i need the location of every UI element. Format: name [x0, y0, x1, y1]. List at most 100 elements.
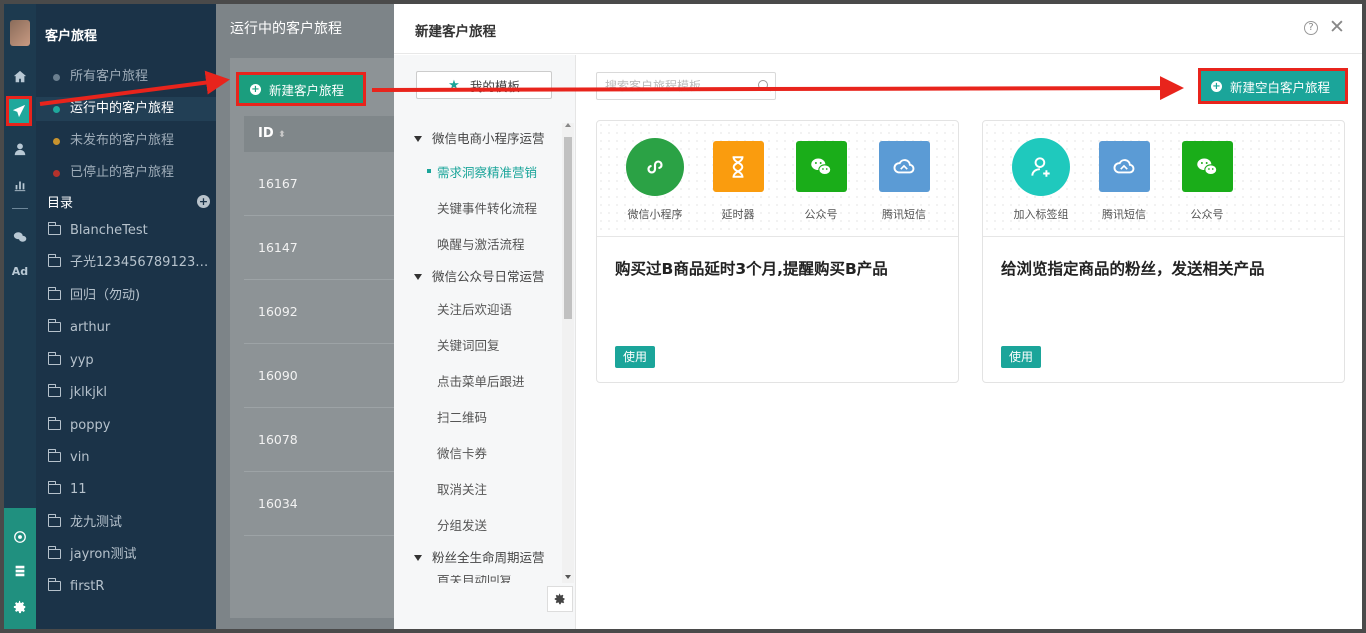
- folder-label: BlancheTest: [70, 223, 148, 238]
- flow-node: 微信小程序: [620, 138, 690, 222]
- folder-item[interactable]: BlancheTest: [48, 220, 214, 242]
- node-label: 公众号: [1190, 208, 1224, 221]
- new-journey-dialog: 新建客户旅程 ? ✕ ★ 我的模板 微信电商小程序运营 需求洞察精准营销 关键事…: [394, 4, 1362, 629]
- bar-chart-icon[interactable]: [4, 174, 36, 196]
- gear-icon[interactable]: [4, 596, 36, 618]
- folder-item[interactable]: 子光12345678912345678: [48, 252, 214, 274]
- flow-node: 延时器: [703, 141, 773, 222]
- flow-node: 腾讯短信: [1089, 141, 1159, 222]
- scroll-down-arrow[interactable]: [565, 575, 571, 579]
- template-item[interactable]: 关注后欢迎语: [437, 299, 512, 318]
- server-icon[interactable]: [4, 560, 36, 582]
- nav-item-stopped[interactable]: 已停止的客户旅程: [36, 161, 216, 185]
- search-input[interactable]: [605, 78, 753, 94]
- scroll-up-arrow[interactable]: [565, 123, 571, 127]
- target-icon[interactable]: [4, 526, 36, 548]
- folder-item[interactable]: vin: [48, 447, 214, 469]
- page-title: 运行中的客户旅程: [230, 21, 342, 37]
- user-icon[interactable]: [4, 138, 36, 160]
- folder-label: jklkjkl: [70, 385, 108, 400]
- table-row[interactable]: 16090: [244, 344, 396, 408]
- template-item[interactable]: 首关自动回复: [437, 575, 512, 583]
- send-icon[interactable]: [6, 96, 32, 126]
- folder-icon: [48, 319, 61, 332]
- cloud-sms-icon: [1098, 141, 1150, 192]
- template-item[interactable]: 扫二维码: [437, 407, 487, 426]
- template-group[interactable]: 微信电商小程序运营: [414, 128, 545, 147]
- folder-label: 11: [70, 482, 87, 497]
- table-row[interactable]: 16078: [244, 408, 396, 472]
- add-folder-icon[interactable]: +: [197, 195, 210, 208]
- icon-rail: Ad: [4, 4, 36, 629]
- use-template-button[interactable]: 使用: [615, 346, 655, 368]
- template-group[interactable]: 粉丝全生命周期运营: [414, 547, 545, 566]
- template-item[interactable]: 需求洞察精准营销: [426, 162, 537, 181]
- template-item[interactable]: 点击菜单后跟进: [437, 371, 525, 390]
- nav-item-label: 已停止的客户旅程: [70, 165, 175, 180]
- group-label: 微信公众号日常运营: [432, 269, 545, 284]
- folder-item[interactable]: jklkjkl: [48, 382, 214, 404]
- search-icon[interactable]: [758, 80, 768, 90]
- avatar[interactable]: [10, 20, 30, 46]
- folder-item[interactable]: yyp: [48, 350, 214, 372]
- nav-item-label: 运行中的客户旅程: [70, 101, 175, 116]
- wechat-icon[interactable]: [4, 226, 36, 248]
- node-label: 腾讯短信: [882, 208, 926, 221]
- template-item[interactable]: 唤醒与激活流程: [437, 234, 525, 253]
- folder-item[interactable]: 龙九测试: [48, 512, 214, 534]
- my-templates-button[interactable]: ★ 我的模板: [416, 71, 552, 99]
- home-icon[interactable]: [4, 66, 36, 88]
- template-card[interactable]: 微信小程序 延时器 公众号 腾讯短信 购买过B商品延时3个月,提醒购买B产品 使…: [596, 120, 959, 383]
- folder-label: vin: [70, 450, 90, 465]
- table-row[interactable]: 16167: [244, 152, 396, 216]
- folder-label: 回归（勿动): [70, 288, 141, 303]
- template-item[interactable]: 关键词回复: [437, 335, 500, 354]
- add-user-icon: [1012, 138, 1070, 196]
- template-card[interactable]: 加入标签组 腾讯短信 公众号 给浏览指定商品的粉丝，发送相关产品 使用: [982, 120, 1345, 383]
- template-item[interactable]: 取消关注: [437, 479, 487, 498]
- folder-icon: [48, 254, 61, 267]
- group-label: 粉丝全生命周期运营: [432, 550, 545, 565]
- nav-item-running[interactable]: 运行中的客户旅程: [36, 97, 216, 121]
- app-window: Ad 客户旅程 所有客户旅程 运行中的客户旅程 未发布的客户旅程 已停止的客户旅…: [4, 4, 1362, 629]
- sort-icon[interactable]: ⬍: [278, 130, 286, 140]
- folder-item[interactable]: poppy: [48, 415, 214, 437]
- column-label: ID: [258, 126, 274, 141]
- star-icon: ★: [448, 77, 460, 93]
- settings-gear-icon[interactable]: [547, 586, 573, 612]
- folder-item[interactable]: 回归（勿动): [48, 285, 214, 307]
- table-row[interactable]: 16034: [244, 472, 396, 536]
- template-group[interactable]: 微信公众号日常运营: [414, 266, 545, 285]
- new-blank-journey-button[interactable]: + 新建空白客户旅程: [1198, 68, 1348, 104]
- nav-item-unpublished[interactable]: 未发布的客户旅程: [36, 129, 216, 153]
- new-journey-button[interactable]: + 新建客户旅程: [236, 72, 366, 106]
- ad-icon[interactable]: Ad: [4, 260, 36, 282]
- rail-divider: [12, 208, 28, 209]
- folder-item[interactable]: firstR: [48, 576, 214, 598]
- folder-item[interactable]: jayron测试: [48, 544, 214, 566]
- close-icon[interactable]: ✕: [1329, 17, 1345, 37]
- template-category-list: ★ 我的模板 微信电商小程序运营 需求洞察精准营销 关键事件转化流程 唤醒与激活…: [394, 55, 576, 629]
- template-item[interactable]: 微信卡券: [437, 443, 487, 462]
- status-dot: [53, 74, 60, 81]
- table-row[interactable]: 16147: [244, 216, 396, 280]
- nav-item-all[interactable]: 所有客户旅程: [36, 65, 216, 89]
- scrollbar-thumb[interactable]: [564, 137, 572, 319]
- folder-icon: [48, 222, 61, 235]
- status-dot: [53, 138, 60, 145]
- cloud-sms-icon: [878, 141, 930, 192]
- table-header-id[interactable]: ID ⬍: [244, 116, 396, 152]
- template-item[interactable]: 关键事件转化流程: [437, 198, 537, 217]
- use-template-button[interactable]: 使用: [1001, 346, 1041, 368]
- status-dot: [53, 170, 60, 177]
- node-label: 加入标签组: [1013, 208, 1069, 221]
- folder-icon: [48, 546, 61, 559]
- help-icon[interactable]: ?: [1304, 21, 1318, 35]
- node-label: 延时器: [721, 208, 755, 221]
- template-item[interactable]: 分组发送: [437, 515, 487, 534]
- folder-item[interactable]: arthur: [48, 317, 214, 339]
- card-flow-preview: 微信小程序 延时器 公众号 腾讯短信: [597, 121, 958, 237]
- folder-icon: [48, 578, 61, 591]
- folder-item[interactable]: 11: [48, 479, 214, 501]
- table-row[interactable]: 16092: [244, 280, 396, 344]
